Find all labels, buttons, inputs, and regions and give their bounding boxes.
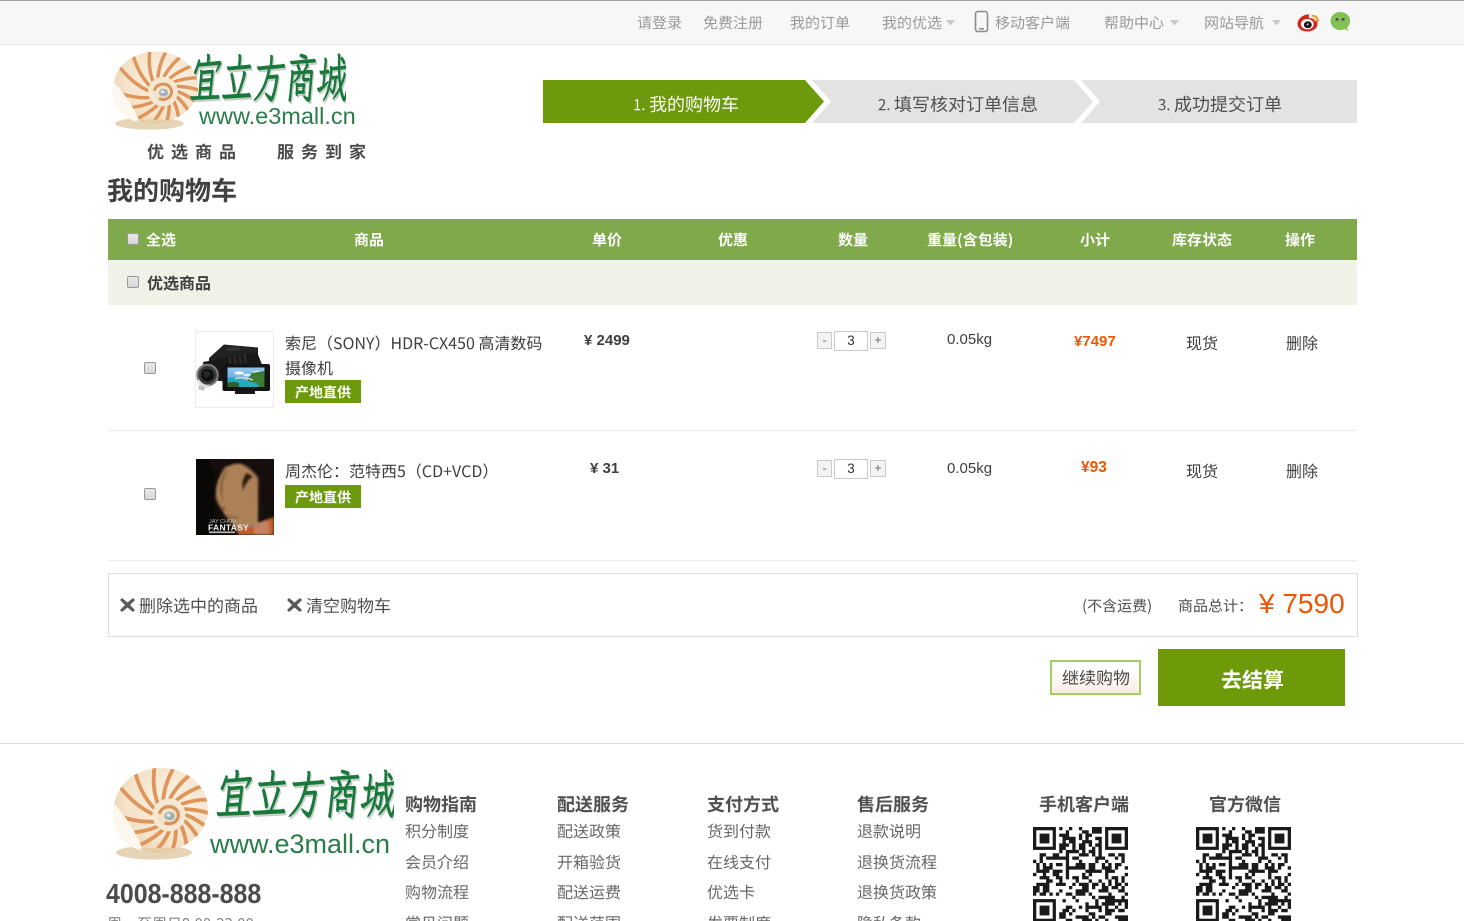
svg-text:FANTASY: FANTASY bbox=[208, 523, 249, 533]
svg-text:LOVE: LOVE bbox=[247, 521, 263, 527]
